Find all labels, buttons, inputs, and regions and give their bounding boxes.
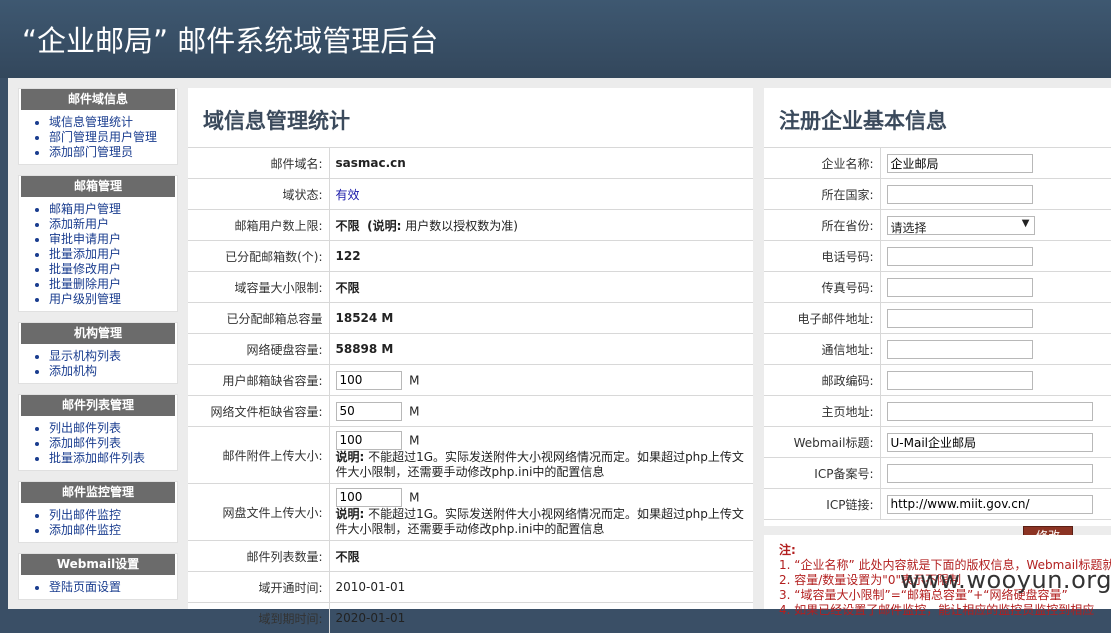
- province-select[interactable]: 请选择▼: [887, 216, 1035, 235]
- table-row: 域到期时间:2020-01-01: [188, 603, 753, 633]
- sidebar-section-webmail: Webmail设置 登陆页面设置: [18, 553, 178, 600]
- phone-input[interactable]: [887, 247, 1033, 266]
- sidebar-section-title: 邮件列表管理: [21, 395, 175, 416]
- webmail-title-input[interactable]: [887, 433, 1093, 452]
- sidebar-item[interactable]: 显示机构列表: [49, 349, 177, 364]
- table-row: 邮件列表数量:不限: [188, 541, 753, 572]
- sidebar-item[interactable]: 添加新用户: [49, 217, 177, 232]
- icp-number-input[interactable]: [887, 464, 1093, 483]
- sidebar-section-org: 机构管理 显示机构列表 添加机构: [18, 322, 178, 384]
- panel-title: 域信息管理统计: [188, 88, 753, 147]
- sidebar-item[interactable]: 用户级别管理: [49, 292, 177, 307]
- table-row: Webmail标题:: [764, 427, 1111, 458]
- sidebar-section-title: Webmail设置: [21, 554, 175, 575]
- sidebar-item[interactable]: 列出邮件列表: [49, 421, 177, 436]
- netdisk-upload-input[interactable]: [336, 488, 402, 507]
- table-row: 邮政编码:: [764, 365, 1111, 396]
- sidebar-section-title: 邮件监控管理: [21, 482, 175, 503]
- panel-title: 注册企业基本信息: [764, 88, 1111, 147]
- table-row: 已分配邮箱总容量18524 M: [188, 303, 753, 334]
- sidebar-item[interactable]: 审批申请用户: [49, 232, 177, 247]
- sidebar-section-mailbox: 邮箱管理 邮箱用户管理 添加新用户 审批申请用户 批量添加用户 批量修改用户 批…: [18, 175, 178, 312]
- sidebar-section-title: 机构管理: [21, 323, 175, 344]
- sidebar-item[interactable]: 批量添加邮件列表: [49, 451, 177, 466]
- chevron-down-icon: ▼: [1022, 218, 1030, 229]
- sidebar-item[interactable]: 域信息管理统计: [49, 115, 177, 130]
- notes-title: 注:: [779, 543, 1111, 558]
- table-row: 邮箱用户数上限: 不限 (说明: 用户数以授权数为准): [188, 210, 753, 241]
- attach-limit-input[interactable]: [336, 431, 402, 450]
- table-row: 所在国家:: [764, 179, 1111, 210]
- table-row: ICP链接:: [764, 489, 1111, 520]
- table-row: 域容量大小限制:不限: [188, 272, 753, 303]
- sidebar-item[interactable]: 批量删除用户: [49, 277, 177, 292]
- homepage-input[interactable]: [887, 402, 1093, 421]
- table-row: 网络硬盘容量:58898 M: [188, 334, 753, 365]
- table-row: 已分配邮箱数(个):122: [188, 241, 753, 272]
- icp-link-input[interactable]: [887, 495, 1093, 514]
- default-mailbox-input[interactable]: [336, 371, 402, 390]
- sidebar-item[interactable]: 添加邮件监控: [49, 523, 177, 538]
- sidebar-section-domain-info: 邮件域信息 域信息管理统计 部门管理员用户管理 添加部门管理员: [18, 88, 178, 165]
- sidebar: 邮件域信息 域信息管理统计 部门管理员用户管理 添加部门管理员 邮箱管理 邮箱用…: [18, 88, 178, 610]
- table-row: 主页地址:: [764, 396, 1111, 427]
- sidebar-item[interactable]: 添加部门管理员: [49, 145, 177, 160]
- default-netdisk-input[interactable]: [336, 402, 402, 421]
- table-row: 网络文件柜缺省容量: M: [188, 396, 753, 427]
- sidebar-section-title: 邮箱管理: [21, 176, 175, 197]
- table-row: 电子邮件地址:: [764, 303, 1111, 334]
- fax-input[interactable]: [887, 278, 1033, 297]
- table-row: 邮件附件上传大小: M 说明: 不能超过1G。实际发送附件大小视网络情况而定。如…: [188, 427, 753, 484]
- table-row: 传真号码:: [764, 272, 1111, 303]
- table-row: 通信地址:: [764, 334, 1111, 365]
- sidebar-item[interactable]: 邮箱用户管理: [49, 202, 177, 217]
- domain-status-value: 有效: [329, 179, 753, 210]
- sidebar-item[interactable]: 批量修改用户: [49, 262, 177, 277]
- postcode-input[interactable]: [887, 371, 1033, 390]
- table-row: ICP备案号:: [764, 458, 1111, 489]
- sidebar-section-title: 邮件域信息: [21, 89, 175, 110]
- page-title: “企业邮局” 邮件系统域管理后台: [22, 18, 438, 60]
- table-row: 所在省份: 请选择▼: [764, 210, 1111, 241]
- table-row: 电话号码:: [764, 241, 1111, 272]
- sidebar-item[interactable]: 批量添加用户: [49, 247, 177, 262]
- sidebar-item[interactable]: 部门管理员用户管理: [49, 130, 177, 145]
- sidebar-item[interactable]: 添加机构: [49, 364, 177, 379]
- table-row: 企业名称:: [764, 148, 1111, 179]
- country-input[interactable]: [887, 185, 1033, 204]
- domain-name-value: sasmac.cn: [329, 148, 753, 179]
- table-row: 用户邮箱缺省容量: M: [188, 365, 753, 396]
- sidebar-item[interactable]: 列出邮件监控: [49, 508, 177, 523]
- domain-info-panel: 域信息管理统计 邮件域名:sasmac.cn 域状态:有效 邮箱用户数上限: 不…: [188, 88, 753, 609]
- sidebar-item[interactable]: 添加邮件列表: [49, 436, 177, 451]
- table-row: 域状态:有效: [188, 179, 753, 210]
- email-input[interactable]: [887, 309, 1033, 328]
- sidebar-section-monitor: 邮件监控管理 列出邮件监控 添加邮件监控: [18, 481, 178, 543]
- table-row: 网盘文件上传大小: M 说明: 不能超过1G。实际发送附件大小视网络情况而定。如…: [188, 484, 753, 541]
- company-name-input[interactable]: [887, 154, 1033, 173]
- table-row: 邮件域名:sasmac.cn: [188, 148, 753, 179]
- sidebar-item[interactable]: 登陆页面设置: [49, 580, 177, 595]
- app-header: “企业邮局” 邮件系统域管理后台: [0, 0, 1111, 78]
- sidebar-section-mail-list: 邮件列表管理 列出邮件列表 添加邮件列表 批量添加邮件列表: [18, 394, 178, 471]
- address-input[interactable]: [887, 340, 1033, 359]
- note-line: 4. 如果已经设置了邮件监控，能让相应的监控员监控到相应: [779, 603, 1111, 618]
- company-info-panel: 注册企业基本信息 企业名称: 所在国家: 所在省份: 请选择▼ 电话号码: 传真…: [764, 88, 1111, 526]
- table-row: 域开通时间:2010-01-01: [188, 572, 753, 603]
- watermark: www.wooyun.org: [900, 566, 1111, 594]
